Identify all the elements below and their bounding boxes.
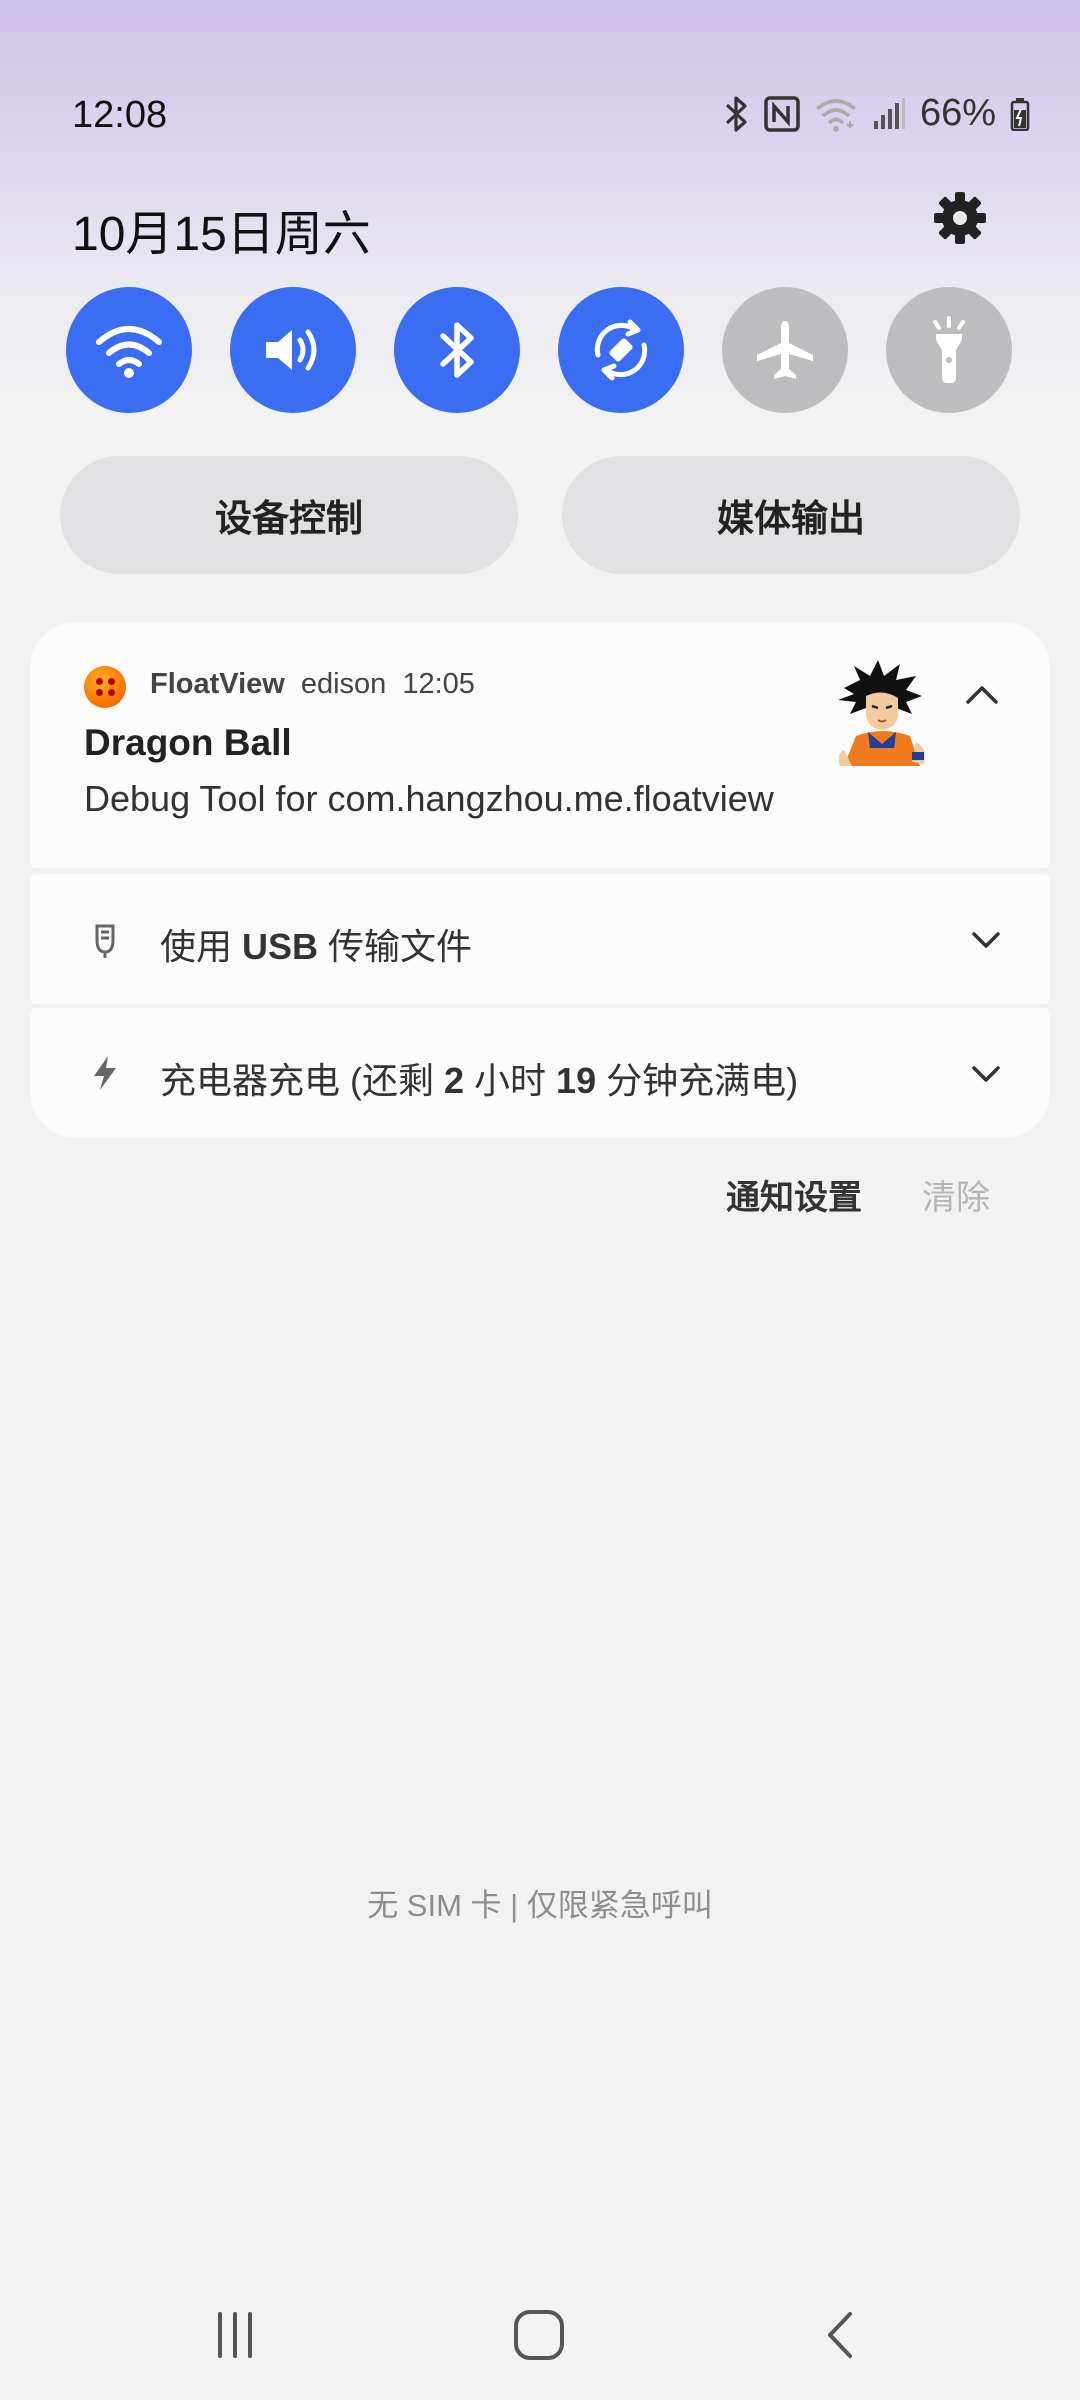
notification-card-floatview[interactable]: FloatView edison 12:05 Dragon Ball Debug… xyxy=(30,622,1050,868)
charging-notification[interactable]: 充电器充电 (还剩 2 小时 19 分钟充满电) xyxy=(30,1008,1050,1138)
wifi-icon xyxy=(96,326,162,378)
notification-user: edison xyxy=(300,668,387,700)
sim-status-text: 无 SIM 卡 | 仅限紧急呼叫 xyxy=(367,1888,713,1923)
device-control-button[interactable]: 设备控制 xyxy=(60,456,518,574)
chevron-down-icon[interactable] xyxy=(968,1056,1004,1092)
date-label: 10月15日周六 xyxy=(72,208,371,261)
home-icon xyxy=(514,2310,564,2360)
qs-tile-airplane-mode[interactable] xyxy=(722,287,848,413)
charging-text-part1: 充电器充电 (还剩 xyxy=(160,1060,444,1101)
charging-minutes: 19 xyxy=(556,1060,597,1101)
rotate-icon xyxy=(594,319,648,381)
charging-text-part3: 分钟充满电) xyxy=(596,1060,799,1101)
status-time: 12:08 xyxy=(72,94,168,136)
notification-time: 12:05 xyxy=(402,668,475,700)
notification-actions: 通知设置 清除 xyxy=(726,1170,990,1219)
charging-notification-text: 充电器充电 (还剩 2 小时 19 分钟充满电) xyxy=(160,1052,798,1104)
nfc-icon xyxy=(764,95,800,133)
airplane-icon xyxy=(757,321,813,379)
usb-notification[interactable]: 使用 USB 传输文件 xyxy=(30,874,1050,1004)
back-button[interactable] xyxy=(796,2290,886,2380)
media-output-button[interactable]: 媒体输出 xyxy=(562,456,1020,574)
usb-icon xyxy=(95,924,115,958)
usb-notification-text: 使用 USB 传输文件 xyxy=(160,918,472,970)
usb-text-suffix: 传输文件 xyxy=(318,926,473,967)
collapse-notification-button[interactable] xyxy=(960,672,1004,716)
notification-title: Dragon Ball xyxy=(84,722,292,763)
usb-text-prefix: 使用 xyxy=(160,926,243,967)
charging-hours: 2 xyxy=(444,1060,465,1101)
qs-tile-wifi[interactable] xyxy=(66,287,192,413)
quick-settings-row xyxy=(66,287,1012,413)
qs-tile-flashlight[interactable] xyxy=(886,287,1012,413)
recent-apps-button[interactable] xyxy=(190,2290,280,2380)
chevron-up-icon xyxy=(966,686,998,704)
charging-text-part2: 小时 xyxy=(464,1060,557,1101)
chevron-down-icon[interactable] xyxy=(968,922,1004,958)
usb-text-bold: USB xyxy=(242,926,319,967)
back-icon xyxy=(828,2312,852,2358)
status-bar: 12:08 66% xyxy=(0,0,1080,136)
notification-settings-button[interactable]: 通知设置 xyxy=(726,1170,862,1219)
bluetooth-icon xyxy=(440,322,474,378)
notification-text: Debug Tool for com.hangzhou.me.floatview xyxy=(84,778,774,819)
notification-header: FloatView edison 12:05 xyxy=(150,668,475,701)
home-button[interactable] xyxy=(494,2290,584,2380)
recent-apps-icon xyxy=(218,2312,252,2358)
battery-percentage: 66% xyxy=(919,92,996,134)
clear-notifications-button[interactable]: 清除 xyxy=(922,1170,990,1219)
navigation-bar xyxy=(0,2270,1080,2380)
notification-app-name: FloatView xyxy=(150,668,285,700)
signal-icon xyxy=(872,95,906,133)
charging-bolt-icon xyxy=(94,1056,116,1090)
qs-tile-bluetooth[interactable] xyxy=(394,287,520,413)
battery-icon xyxy=(1010,97,1030,131)
qs-tile-sound[interactable] xyxy=(230,287,356,413)
settings-button[interactable] xyxy=(928,186,992,250)
dragon-ball-app-icon xyxy=(84,666,126,708)
volume-icon xyxy=(266,329,317,371)
goku-thumbnail-image xyxy=(838,660,925,766)
status-icons: 66% xyxy=(724,92,1030,135)
wifi-icon xyxy=(814,95,858,133)
gear-icon xyxy=(934,192,986,244)
flashlight-icon xyxy=(933,316,965,383)
qs-tile-auto-rotate[interactable] xyxy=(558,287,684,413)
bluetooth-icon xyxy=(724,95,750,133)
